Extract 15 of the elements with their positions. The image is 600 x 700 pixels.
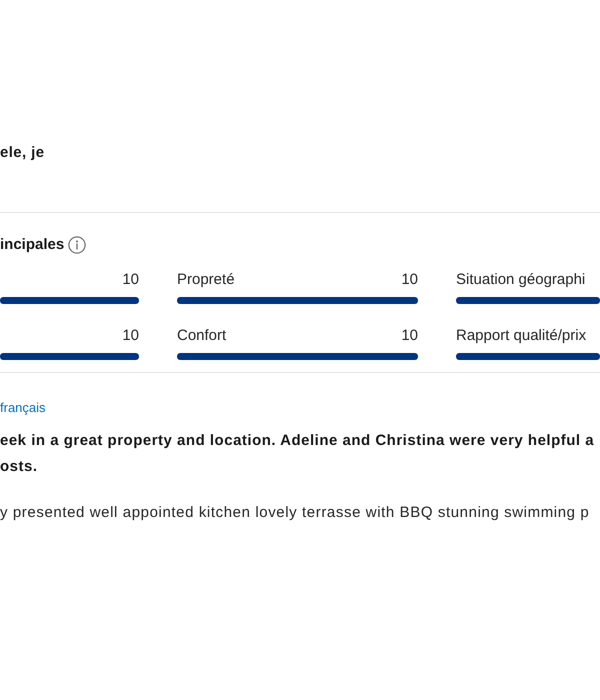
category-label: Propreté xyxy=(177,270,235,290)
review-title: osts. xyxy=(0,457,38,477)
score-value: 10 xyxy=(122,326,139,346)
review-title: eek in a great property and location. Adeline and Christina were very helpful a xyxy=(0,431,594,451)
category-label: Situation géographi xyxy=(456,270,586,290)
score-value: 10 xyxy=(401,270,418,290)
score-value: 10 xyxy=(401,326,418,346)
category-label: Confort xyxy=(177,326,226,346)
info-icon[interactable] xyxy=(68,236,86,254)
category-label: Rapport qualité/prix xyxy=(456,326,586,346)
score-value: 10 xyxy=(122,270,139,290)
heading-text: ele, je xyxy=(0,143,44,163)
section-title: incipales xyxy=(0,235,64,255)
review-text: y presented well appointed kitchen lovely terrasse with BBQ stunning swimming p xyxy=(0,503,590,523)
language-link[interactable]: français xyxy=(0,398,46,418)
